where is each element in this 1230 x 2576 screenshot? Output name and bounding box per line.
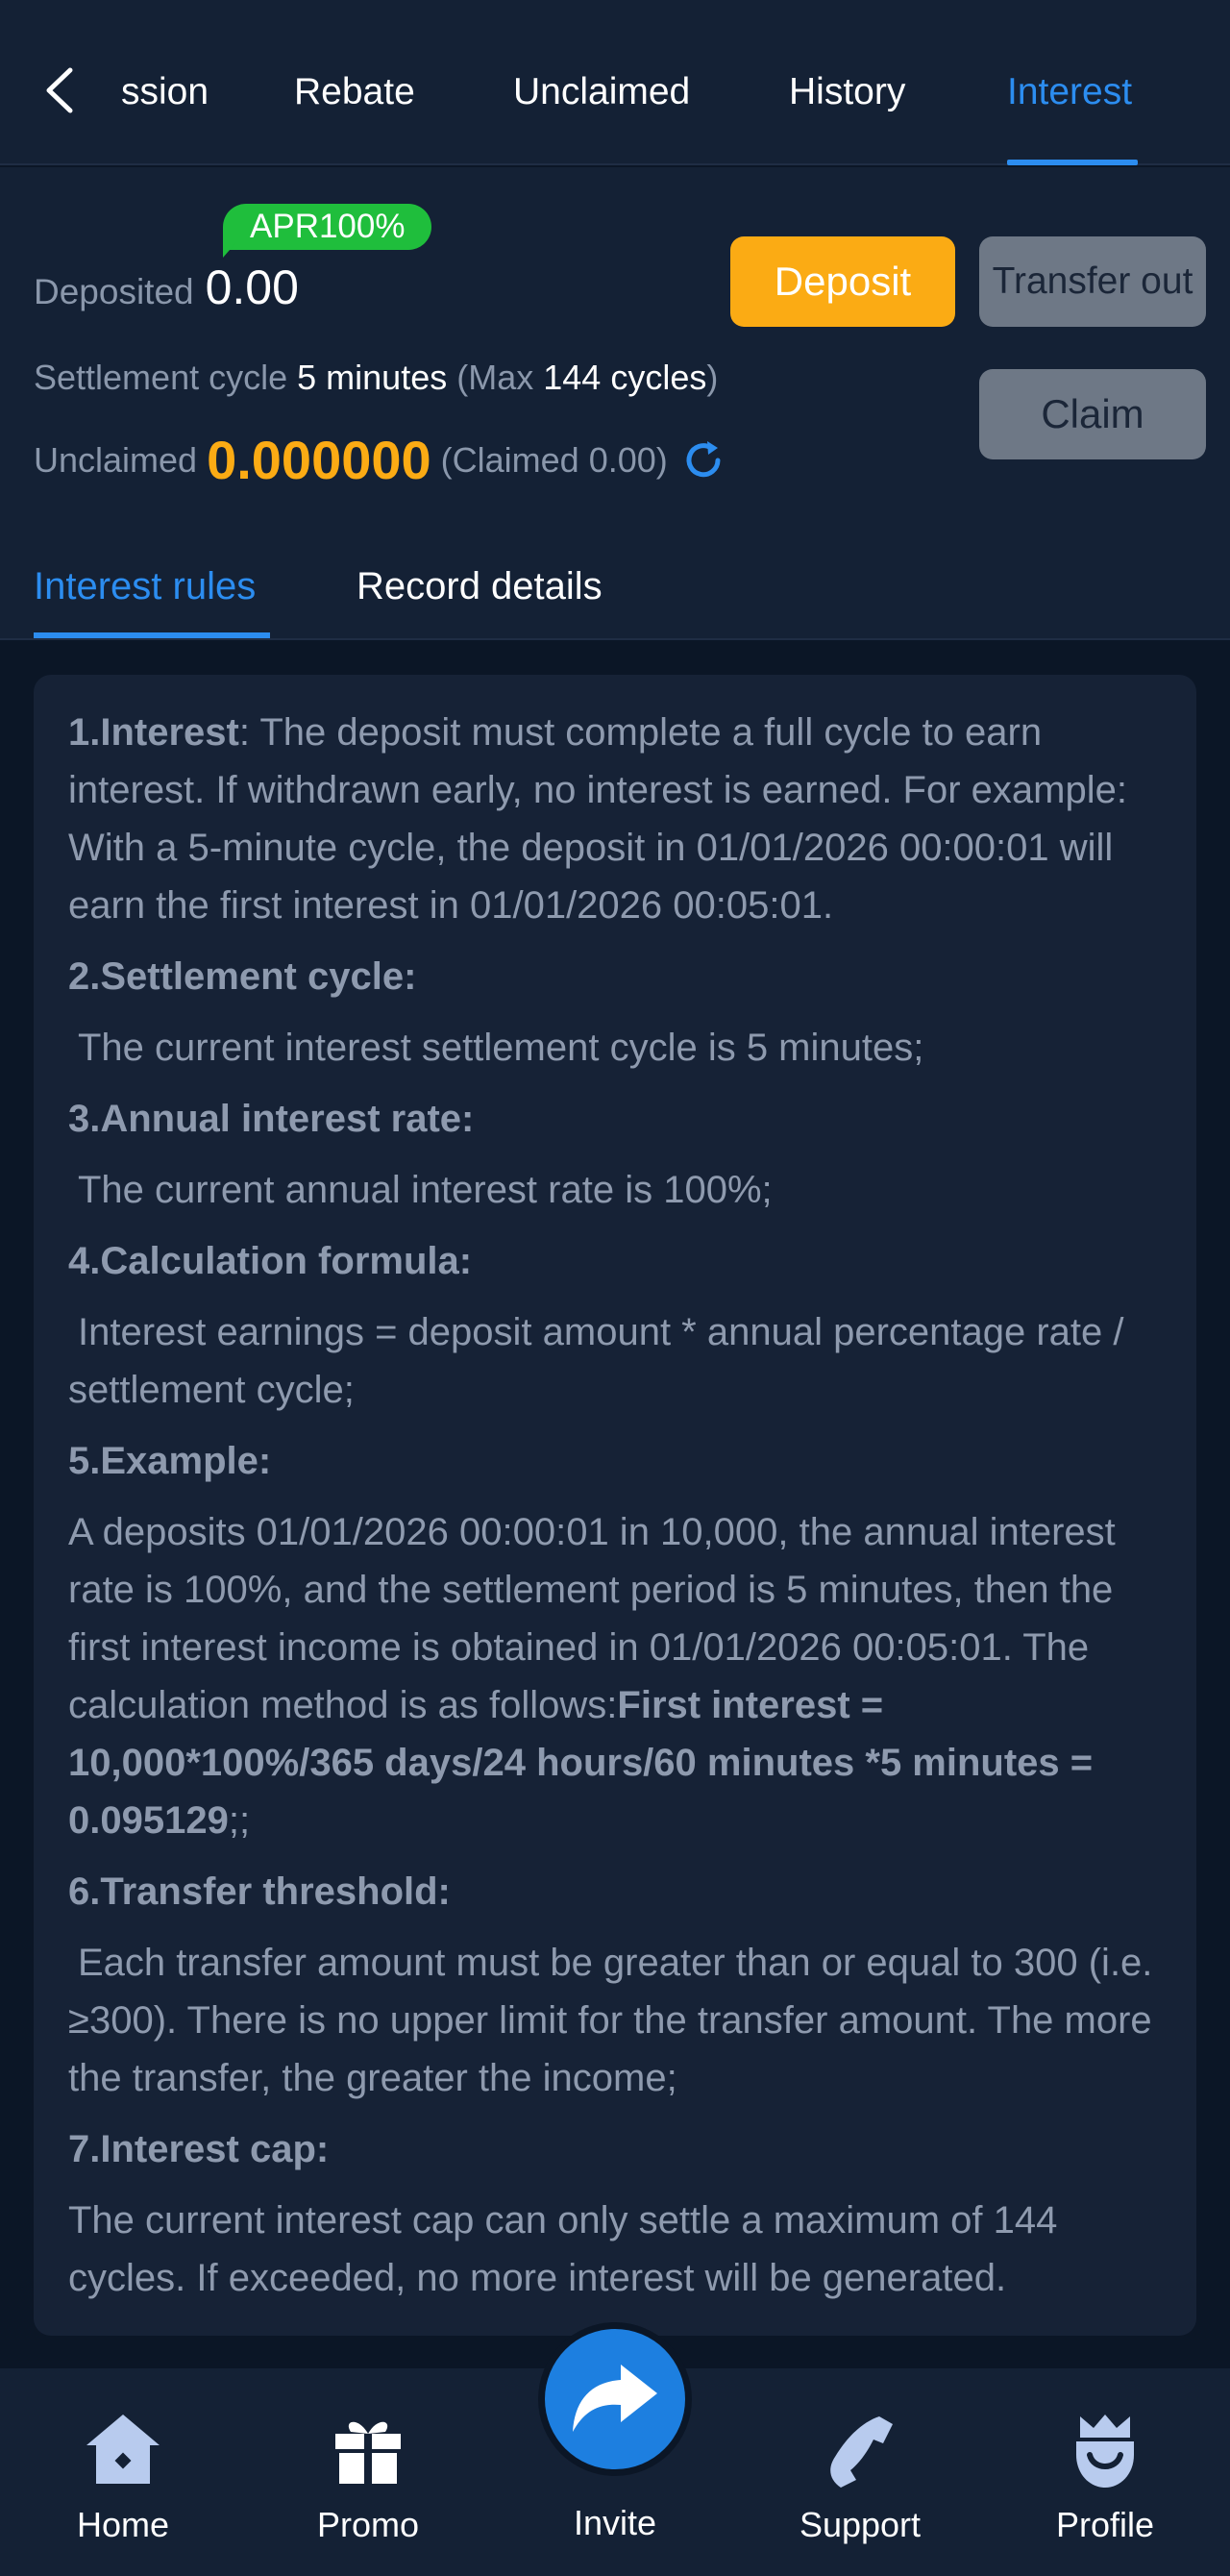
rule-2-title: 2.Settlement cycle: bbox=[68, 955, 417, 998]
tab-unclaimed[interactable]: Unclaimed bbox=[513, 71, 690, 113]
rule-2-text: The current interest settlement cycle is… bbox=[78, 1027, 924, 1069]
tab-interest-rules[interactable]: Interest rules bbox=[34, 565, 256, 608]
nav-home-label: Home bbox=[76, 2505, 170, 2544]
rule-5-body: A deposits 01/01/2026 00:00:01 in 10,000… bbox=[68, 1503, 1162, 1849]
nav-profile-label: Profile bbox=[1055, 2505, 1155, 2544]
max-cycles-value: 144 cycles bbox=[543, 358, 707, 397]
claim-button[interactable]: Claim bbox=[979, 369, 1206, 459]
transfer-out-button[interactable]: Transfer out bbox=[979, 236, 1206, 327]
rule-7-text: The current interest cap can only settle… bbox=[68, 2199, 1058, 2299]
tab-record-details[interactable]: Record details bbox=[357, 565, 603, 608]
active-subtab-indicator bbox=[34, 632, 270, 638]
interest-rules-card: 1.Interest: The deposit must complete a … bbox=[34, 675, 1196, 2336]
rule-3-title: 3.Annual interest rate: bbox=[68, 1098, 475, 1140]
deposited-label: Deposited bbox=[34, 272, 194, 311]
nav-promo-label: Promo bbox=[316, 2505, 420, 2544]
home-icon bbox=[86, 2415, 160, 2484]
max-close: ) bbox=[706, 358, 719, 397]
phone-icon bbox=[830, 2416, 893, 2488]
sub-tabs: Interest rules Record details bbox=[0, 554, 1230, 640]
nav-invite-label: Invite bbox=[573, 2503, 657, 2542]
settlement-value: 5 minutes bbox=[297, 358, 448, 397]
invite-button-inner bbox=[545, 2329, 685, 2469]
rule-6-text: Each transfer amount must be greater tha… bbox=[68, 1942, 1153, 2099]
apr-badge-tail bbox=[223, 242, 236, 258]
nav-profile[interactable]: Profile bbox=[1009, 2368, 1201, 2576]
gift-icon bbox=[335, 2421, 401, 2484]
rule-5-text: A deposits 01/01/2026 00:00:01 in 10,000… bbox=[68, 1511, 1116, 1726]
rule-1-title: 1.Interest bbox=[68, 711, 239, 754]
nav-support[interactable]: Support bbox=[764, 2368, 956, 2576]
deposited-row: Deposited 0.00 bbox=[34, 260, 299, 315]
settlement-label: Settlement cycle bbox=[34, 358, 288, 397]
unclaimed-label: Unclaimed bbox=[34, 439, 198, 480]
deposited-value: 0.00 bbox=[205, 260, 299, 314]
max-open: (Max bbox=[456, 358, 534, 397]
rule-7-title: 7.Interest cap: bbox=[68, 2128, 330, 2170]
tab-history[interactable]: History bbox=[789, 71, 905, 113]
nav-support-label: Support bbox=[799, 2505, 922, 2544]
invite-button[interactable] bbox=[538, 2322, 692, 2476]
claimed-note: (Claimed 0.00) bbox=[440, 439, 668, 480]
rule-5-title: 5.Example: bbox=[68, 1440, 272, 1482]
rule-4-text: Interest earnings = deposit amount * ann… bbox=[68, 1311, 1124, 1411]
profile-icon bbox=[1076, 2415, 1134, 2488]
active-tab-indicator bbox=[1007, 160, 1138, 165]
tab-rebate[interactable]: Rebate bbox=[294, 71, 415, 113]
unclaimed-row: Unclaimed 0.000000 (Claimed 0.00) bbox=[34, 429, 727, 491]
nav-promo[interactable]: Promo bbox=[272, 2368, 464, 2576]
rule-4-title: 4.Calculation formula: bbox=[68, 1240, 473, 1282]
tab-interest[interactable]: Interest bbox=[1007, 71, 1132, 113]
refresh-icon[interactable] bbox=[679, 436, 727, 484]
unclaimed-value: 0.000000 bbox=[207, 430, 431, 490]
settlement-cycle-row: Settlement cycle 5 minutes (Max 144 cycl… bbox=[34, 358, 718, 398]
nav-home[interactable]: Home bbox=[27, 2368, 219, 2576]
chevron-left-icon bbox=[46, 67, 73, 113]
apr-badge: APR100% bbox=[223, 204, 432, 250]
back-button[interactable] bbox=[33, 63, 86, 117]
tab-commission[interactable]: ssion bbox=[121, 71, 209, 113]
deposit-button[interactable]: Deposit bbox=[730, 236, 955, 327]
rule-5-tail: ;; bbox=[228, 1799, 251, 1842]
share-arrow-icon bbox=[573, 2365, 657, 2432]
rule-3-text: The current annual interest rate is 100%… bbox=[78, 1169, 773, 1211]
top-navigation: ssion Rebate Unclaimed History Interest bbox=[0, 0, 1230, 165]
rule-6-title: 6.Transfer threshold: bbox=[68, 1870, 451, 1913]
rule-1: 1.Interest: The deposit must complete a … bbox=[68, 704, 1162, 934]
top-tabs: ssion Rebate Unclaimed History Interest bbox=[96, 0, 1230, 165]
